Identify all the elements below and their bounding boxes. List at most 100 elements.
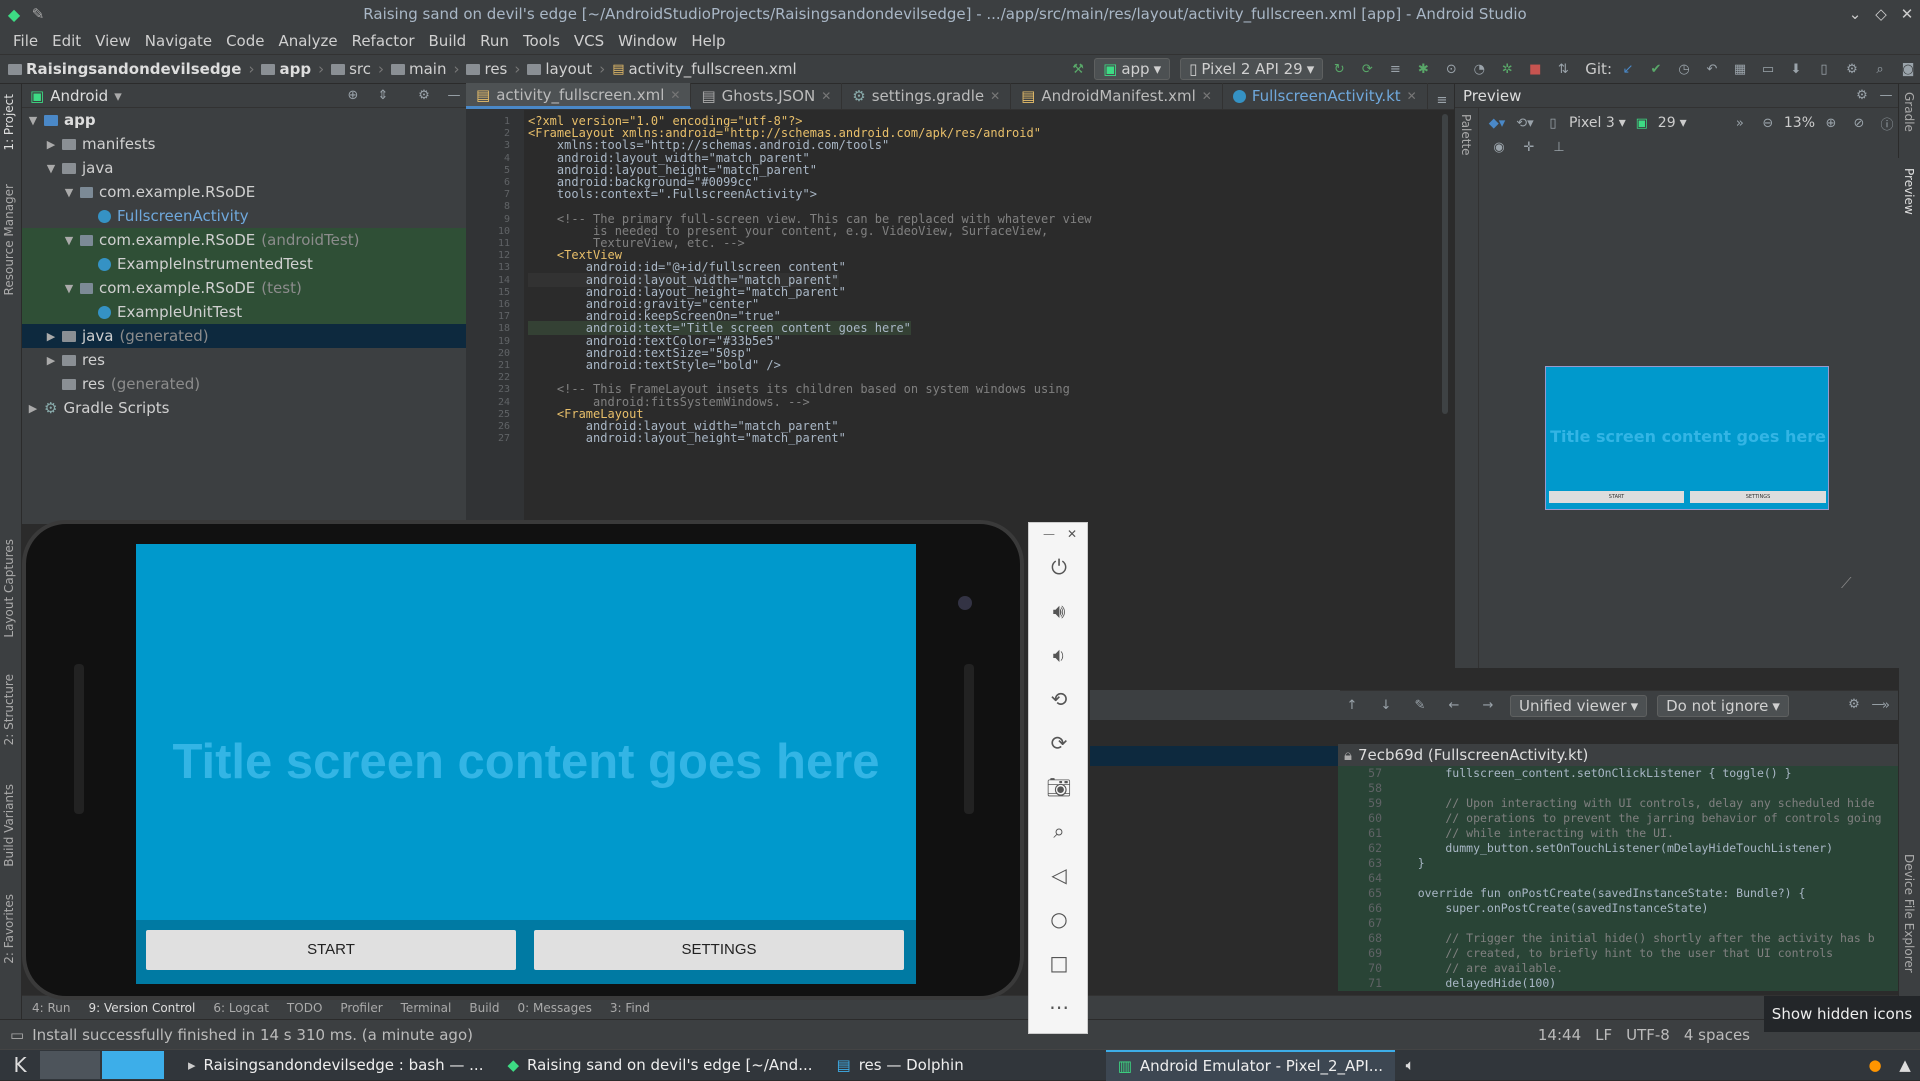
diff-pane[interactable]: 57 fullscreen_content.setOnClickListener…	[1338, 766, 1898, 991]
task-terminal[interactable]: ▸ Raisingsandondevilsedge : bash — ...	[176, 1050, 495, 1081]
close-tab-icon[interactable]: ✕	[1407, 89, 1417, 103]
speaker-icon[interactable]: 🔈︎	[1395, 1056, 1425, 1074]
tree-item-package-test[interactable]: ▼ com.example.RSoDE (test)	[22, 276, 466, 300]
more-icon[interactable]: ⋯	[1045, 993, 1073, 1021]
close-icon[interactable]: ✕	[1894, 5, 1920, 23]
tab-terminal[interactable]: Terminal	[401, 1001, 452, 1015]
bug-icon[interactable]: ✲	[1498, 60, 1516, 78]
sdk-manager-icon[interactable]: ⬇	[1787, 60, 1805, 78]
firefox-tray-icon[interactable]: ●	[1860, 1056, 1890, 1074]
settings-button[interactable]: SETTINGS	[534, 930, 904, 970]
menu-view[interactable]: View	[88, 32, 138, 50]
tree-item-java-generated[interactable]: ▶ java (generated)	[22, 324, 466, 348]
emulator-minimize-icon[interactable]: —	[1043, 527, 1055, 541]
attach-debugger-icon[interactable]: ⊙	[1442, 60, 1460, 78]
volume-down-icon[interactable]: 🔉︎	[1045, 641, 1073, 669]
eye-icon[interactable]: ◉	[1490, 138, 1508, 156]
indent-setting[interactable]: 4 spaces	[1684, 1026, 1750, 1044]
tab-run[interactable]: 4: Run	[32, 1001, 71, 1015]
debug-icon[interactable]: ✱	[1414, 60, 1432, 78]
diff-line[interactable]: 70 // are available.	[1338, 961, 1898, 976]
device-icon[interactable]: ▯	[1544, 114, 1562, 132]
tray-expand-icon[interactable]: ▲	[1890, 1056, 1920, 1074]
zoom-out-icon[interactable]: ⊖	[1759, 114, 1777, 132]
menu-vcs[interactable]: VCS	[567, 32, 611, 50]
locate-icon[interactable]: ⊕	[344, 87, 362, 105]
device-icon[interactable]: ⚙	[1843, 60, 1861, 78]
rotate-left-icon[interactable]: ⟲	[1045, 685, 1073, 713]
diff-line[interactable]: 60 // operations to prevent the jarring …	[1338, 811, 1898, 826]
back-icon[interactable]: ◁	[1045, 861, 1073, 889]
avd-manager-icon[interactable]: ▯	[1815, 60, 1833, 78]
breadcrumb-layout[interactable]: layout	[545, 60, 592, 78]
menu-window[interactable]: Window	[611, 32, 684, 50]
diff-line[interactable]: 64	[1338, 871, 1898, 886]
device-select[interactable]: ▯ Pixel 2 API 29 ▾	[1180, 58, 1324, 80]
power-icon[interactable]: ⏻	[1045, 553, 1073, 581]
code-line[interactable]: android:layout_height="match_parent"	[528, 431, 846, 445]
tab-structure[interactable]: 2: Structure	[2, 674, 16, 745]
task-android-emulator[interactable]: ▥ Android Emulator - Pixel_2_API...	[1105, 1049, 1396, 1081]
tab-gradle[interactable]: Gradle	[1902, 92, 1916, 132]
avatar-icon[interactable]: ◙	[1899, 60, 1917, 78]
tab-favorites[interactable]: 2: Favorites	[2, 894, 16, 964]
task-android-studio[interactable]: ◆ Raising sand on devil's edge [~/And...	[495, 1050, 824, 1081]
tab-settings-gradle[interactable]: ⚙ settings.gradle ✕	[842, 83, 1012, 109]
hide-panel-icon[interactable]: —	[1869, 696, 1887, 714]
task-dolphin[interactable]: ▤ res — Dolphin	[825, 1050, 976, 1081]
close-tab-icon[interactable]: ✕	[1202, 89, 1212, 103]
tab-todo[interactable]: TODO	[287, 1001, 322, 1015]
tree-item-package-main[interactable]: ▼ com.example.RSoDE	[22, 180, 466, 204]
margin-icon[interactable]: ✛	[1520, 138, 1538, 156]
edit-icon[interactable]: ✎	[1411, 697, 1429, 715]
stop-icon[interactable]: ■	[1526, 60, 1544, 78]
tab-build-variants[interactable]: Build Variants	[2, 784, 16, 867]
menu-build[interactable]: Build	[422, 32, 474, 50]
menu-help[interactable]: Help	[684, 32, 732, 50]
sync-icon[interactable]: ⇅	[1554, 60, 1572, 78]
breadcrumb-project[interactable]: Raisingsandondevilsedge	[26, 60, 241, 78]
menu-refactor[interactable]: Refactor	[345, 32, 422, 50]
tab-preview[interactable]: Preview	[1902, 168, 1916, 215]
project-view-select[interactable]: Android	[50, 87, 108, 105]
menu-analyze[interactable]: Analyze	[271, 32, 344, 50]
tab-messages[interactable]: 0: Messages	[517, 1001, 591, 1015]
menu-edit[interactable]: Edit	[45, 32, 88, 50]
zoom-in-icon[interactable]: ⊕	[1822, 114, 1840, 132]
breadcrumb-app[interactable]: app	[279, 60, 311, 78]
menu-tools[interactable]: Tools	[516, 32, 567, 50]
tab-resource-manager[interactable]: Resource Manager	[2, 184, 16, 295]
tree-item-res-generated[interactable]: res (generated)	[22, 372, 466, 396]
tab-build[interactable]: Build	[469, 1001, 499, 1015]
tab-profiler[interactable]: Profiler	[340, 1001, 382, 1015]
git-commit-icon[interactable]: ✔	[1647, 60, 1665, 78]
zoom-fit-icon[interactable]: ⊘	[1850, 114, 1868, 132]
tab-version-control[interactable]: 9: Version Control	[89, 1001, 196, 1015]
status-message[interactable]: Install successfully finished in 14 s 31…	[32, 1026, 473, 1044]
tab-list-icon[interactable]: ≡	[1433, 91, 1451, 109]
menu-file[interactable]: File	[6, 32, 45, 50]
tab-activity-fullscreen-xml[interactable]: ▤ activity_fullscreen.xml ✕	[466, 83, 692, 109]
breadcrumb-src[interactable]: src	[349, 60, 371, 78]
api-android-icon[interactable]: ▣	[1633, 114, 1651, 132]
minimize-icon[interactable]: ⌄	[1842, 5, 1868, 23]
menu-run[interactable]: Run	[473, 32, 516, 50]
project-structure-icon[interactable]: ▦	[1731, 60, 1749, 78]
preview-api-select[interactable]: 29	[1658, 115, 1676, 131]
tab-fullscreen-activity-kt[interactable]: FullscreenActivity.kt ✕	[1223, 83, 1428, 109]
zoom-icon[interactable]: ⌕	[1045, 817, 1073, 845]
start-button[interactable]: START	[146, 930, 516, 970]
arrow-down-icon[interactable]: ↓	[1377, 697, 1395, 715]
diff-line[interactable]: 67	[1338, 916, 1898, 931]
tab-find[interactable]: 3: Find	[610, 1001, 650, 1015]
diff-line[interactable]: 69 // created, to briefly hint to the us…	[1338, 946, 1898, 961]
pin-icon[interactable]: ✎	[28, 5, 48, 23]
git-rollback-icon[interactable]: ↶	[1703, 60, 1721, 78]
run-icon[interactable]: ≡	[1386, 60, 1404, 78]
tab-ghosts-json[interactable]: ▤ Ghosts.JSON ✕	[691, 83, 843, 109]
tab-palette[interactable]: Palette	[1459, 114, 1473, 156]
breadcrumb-main[interactable]: main	[409, 60, 446, 78]
home-icon[interactable]: ○	[1045, 905, 1073, 933]
breadcrumb-res[interactable]: res	[484, 60, 507, 78]
emulator-close-icon[interactable]: ✕	[1067, 527, 1077, 541]
